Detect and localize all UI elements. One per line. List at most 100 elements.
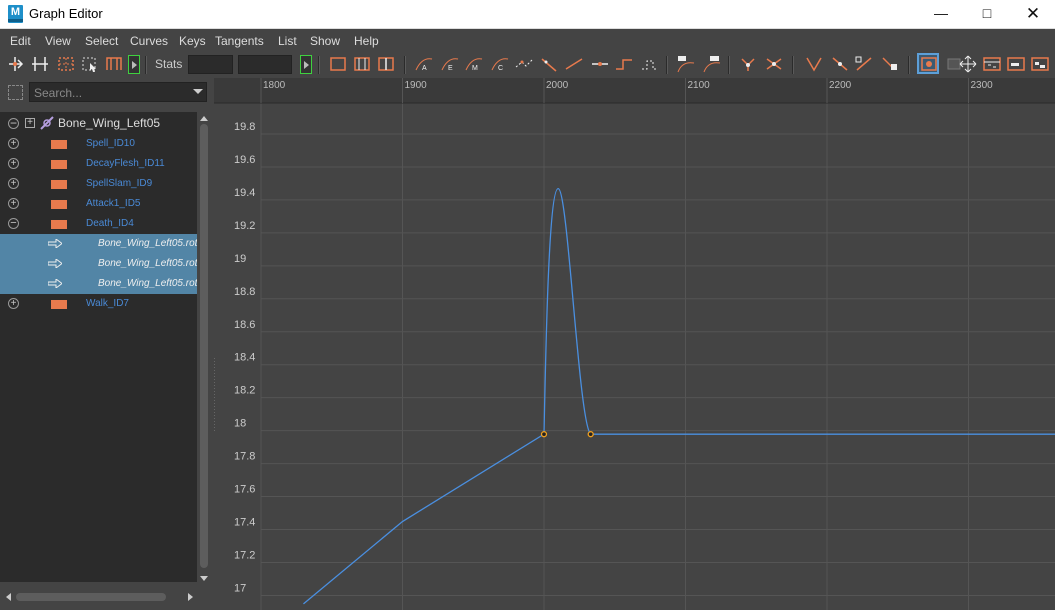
unify-tangents-icon[interactable] bbox=[764, 55, 784, 73]
outliner-horizontal-scrollbar[interactable] bbox=[6, 592, 196, 602]
menu-show[interactable]: Show bbox=[310, 34, 340, 48]
menu-help[interactable]: Help bbox=[354, 34, 379, 48]
insert-key-icon[interactable] bbox=[30, 55, 50, 73]
graph-background bbox=[214, 78, 1055, 610]
lock-tangent-weight-icon[interactable] bbox=[830, 55, 850, 73]
outliner-vertical-scrollbar[interactable] bbox=[199, 116, 209, 582]
tree-row-walk[interactable]: + Walk_ID7 bbox=[0, 294, 197, 314]
break-tangents-icon[interactable] bbox=[738, 55, 758, 73]
tree-row-curve[interactable]: Bone_Wing_Left05.rota bbox=[0, 254, 197, 274]
lock-icon[interactable] bbox=[880, 55, 900, 73]
toolbar-separator bbox=[792, 56, 794, 74]
scroll-down-arrow-icon[interactable] bbox=[200, 576, 208, 581]
y-tick-label: 17.2 bbox=[234, 549, 255, 561]
tree-row-root[interactable]: − + Bone_Wing_Left05 bbox=[0, 114, 197, 134]
tree-row-attack1[interactable]: + Attack1_ID5 bbox=[0, 194, 197, 214]
x-tick-label: 1800 bbox=[263, 80, 286, 91]
menu-curves[interactable]: Curves bbox=[130, 34, 168, 48]
y-tick-label: 18.2 bbox=[234, 385, 255, 397]
step-tangent-icon[interactable] bbox=[540, 55, 560, 73]
scroll-up-arrow-icon[interactable] bbox=[200, 116, 208, 121]
tree-item-label: Death_ID4 bbox=[86, 218, 134, 229]
menu-list[interactable]: List bbox=[278, 34, 297, 48]
filter-icon[interactable] bbox=[8, 85, 23, 100]
linear-curve-icon[interactable] bbox=[564, 55, 584, 73]
center-current-time-icon[interactable] bbox=[376, 55, 396, 73]
trax-editor-icon[interactable] bbox=[1006, 55, 1026, 73]
region-select-icon[interactable] bbox=[80, 55, 100, 73]
time-ruler[interactable] bbox=[214, 78, 1055, 103]
y-tick-label: 19 bbox=[234, 253, 246, 265]
menu-edit[interactable]: Edit bbox=[10, 34, 31, 48]
tangent-in-icon[interactable] bbox=[676, 55, 696, 73]
search-input[interactable]: Search... bbox=[29, 82, 207, 102]
search-dropdown-arrow-icon[interactable] bbox=[193, 89, 203, 94]
graph-canvas[interactable]: 1800 1900 2000 2100 2200 2300 19.8 19.6 19.4 19.2… bbox=[214, 78, 1055, 610]
move-view-icon[interactable] bbox=[958, 55, 978, 73]
flat-curve-icon[interactable] bbox=[590, 55, 610, 73]
anim-layer-icon bbox=[51, 200, 67, 209]
scroll-right-arrow-icon[interactable] bbox=[188, 593, 193, 601]
keyframe-point[interactable] bbox=[587, 431, 594, 438]
tree-item-label: SpellSlam_ID9 bbox=[86, 178, 153, 189]
tangent-out-icon[interactable] bbox=[702, 55, 722, 73]
retime-tool-icon[interactable] bbox=[104, 55, 124, 73]
stats-time-field[interactable] bbox=[188, 55, 233, 74]
menu-select[interactable]: Select bbox=[85, 34, 118, 48]
stats-value-field[interactable] bbox=[238, 55, 292, 74]
linear-tangent-icon[interactable]: C bbox=[490, 55, 510, 73]
menu-tangents[interactable]: Tangents bbox=[215, 34, 264, 48]
scroll-left-arrow-icon[interactable] bbox=[6, 593, 11, 601]
expand-all-icon[interactable]: + bbox=[25, 118, 35, 128]
y-tick-label: 18.8 bbox=[234, 286, 255, 298]
graph-view-toggle-icon[interactable] bbox=[917, 53, 939, 74]
snap-toggle-button[interactable] bbox=[128, 55, 140, 74]
expand-icon[interactable]: + bbox=[8, 178, 19, 189]
toolbar-separator bbox=[404, 56, 406, 74]
menu-view[interactable]: View bbox=[45, 34, 71, 48]
flat-tangent-icon[interactable] bbox=[514, 55, 534, 73]
y-tick-label: 18.4 bbox=[234, 352, 255, 364]
toolbar-separator bbox=[666, 56, 668, 74]
free-tangent-weight-icon[interactable] bbox=[804, 55, 824, 73]
menu-keys[interactable]: Keys bbox=[179, 34, 206, 48]
tree-row-spell[interactable]: + Spell_ID10 bbox=[0, 134, 197, 154]
frame-all-icon[interactable] bbox=[328, 55, 348, 73]
move-key-icon[interactable] bbox=[6, 55, 26, 73]
maya-app-icon: M bbox=[8, 5, 23, 23]
frame-playback-icon[interactable] bbox=[352, 55, 372, 73]
minimize-button[interactable]: — bbox=[918, 0, 964, 28]
scroll-thumb[interactable] bbox=[16, 593, 166, 601]
keyframe-point[interactable] bbox=[540, 431, 548, 438]
y-tick-label: 19.2 bbox=[234, 220, 255, 232]
scroll-thumb[interactable] bbox=[200, 124, 208, 568]
collapse-icon[interactable]: − bbox=[8, 218, 19, 229]
clamped-tangent-icon[interactable]: M bbox=[464, 55, 484, 73]
dope-sheet-icon[interactable] bbox=[982, 55, 1002, 73]
expand-icon[interactable]: + bbox=[8, 298, 19, 309]
svg-text:A: A bbox=[422, 65, 427, 72]
plateau-curve-icon[interactable] bbox=[640, 55, 660, 73]
expand-icon[interactable]: + bbox=[8, 138, 19, 149]
tree-row-decayflesh[interactable]: + DecayFlesh_ID11 bbox=[0, 154, 197, 174]
tree-curve-label: Bone_Wing_Left05.rota bbox=[98, 258, 197, 269]
tree-curve-label: Bone_Wing_Left05.rota bbox=[98, 278, 197, 289]
tree-row-spellslam[interactable]: + SpellSlam_ID9 bbox=[0, 174, 197, 194]
collapse-icon[interactable]: − bbox=[8, 117, 19, 129]
weighted-tangents-icon[interactable] bbox=[854, 55, 874, 73]
tree-row-curve[interactable]: Bone_Wing_Left05.rota bbox=[0, 274, 197, 294]
lattice-deform-icon[interactable] bbox=[56, 55, 76, 73]
graph-view[interactable]: 1800 1900 2000 2100 2200 2300 19.8 19.6 19.4 19.2… bbox=[214, 78, 1055, 610]
maximize-button[interactable]: □ bbox=[964, 0, 1010, 28]
close-button[interactable]: ✕ bbox=[1010, 0, 1055, 28]
expand-icon[interactable]: + bbox=[8, 198, 19, 209]
spline-tangent-icon[interactable]: E bbox=[440, 55, 460, 73]
tree-row-curve[interactable]: Bone_Wing_Left05.rota bbox=[0, 234, 197, 254]
expand-icon[interactable]: + bbox=[8, 158, 19, 169]
auto-tangent-icon[interactable]: A bbox=[414, 55, 434, 73]
time-editor-icon[interactable] bbox=[1030, 55, 1050, 73]
tree-row-death[interactable]: − Death_ID4 bbox=[0, 214, 197, 234]
y-tick-label: 19.4 bbox=[234, 187, 255, 199]
stats-toggle-button[interactable] bbox=[300, 55, 312, 74]
stepped-curve-icon[interactable] bbox=[614, 55, 634, 73]
